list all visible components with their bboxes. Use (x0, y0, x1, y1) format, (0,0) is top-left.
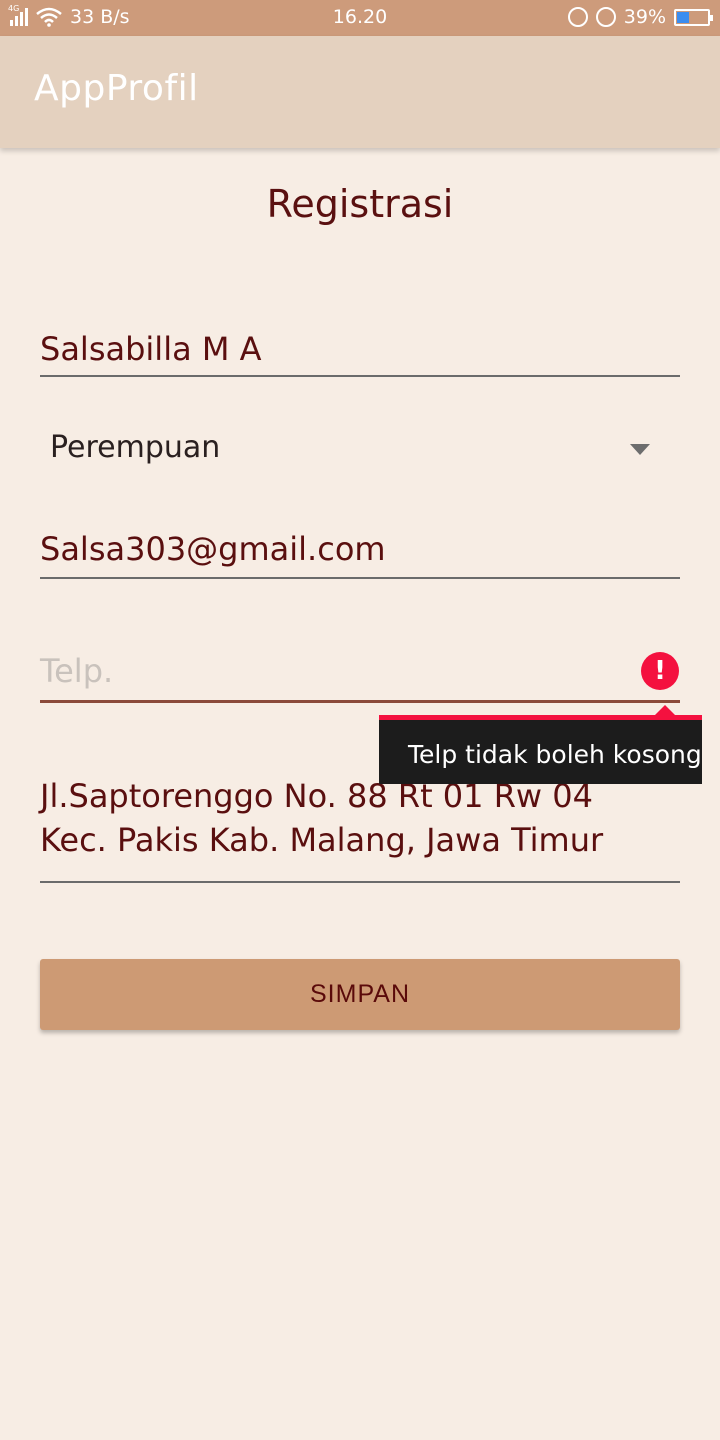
gender-selected: Perempuan (50, 430, 221, 465)
status-bar: 4G 33 B/s 16.20 39% (0, 0, 720, 36)
dropdown-caret-icon[interactable] (630, 444, 650, 455)
phone-placeholder: Telp. (40, 652, 114, 690)
phone-field[interactable]: Telp. (40, 640, 680, 703)
battery-icon (674, 8, 713, 26)
gender-spinner[interactable]: Perempuan (40, 420, 680, 480)
error-icon[interactable]: ! (641, 652, 679, 690)
tooltip-arrow (655, 705, 675, 715)
rotation-lock-icon (567, 7, 588, 27)
name-field[interactable]: Salsabilla M A (40, 320, 680, 377)
battery-fill (677, 11, 689, 23)
error-tooltip: Telp tidak boleh kosong (379, 705, 702, 784)
status-right: 39% (567, 6, 713, 28)
address-value: Jl.Saptorenggo No. 88 Rt 01 Rw 04 Kec. P… (40, 777, 604, 859)
alarm-icon (595, 7, 616, 27)
app-title: AppProfil (34, 68, 199, 109)
error-message: Telp tidak boleh kosong (408, 740, 702, 769)
email-field[interactable]: Salsa303@gmail.com (40, 520, 680, 579)
app-bar: AppProfil (0, 36, 720, 148)
email-value: Salsa303@gmail.com (40, 530, 386, 568)
name-value: Salsabilla M A (40, 330, 262, 368)
battery-percent: 39% (623, 6, 666, 28)
page-title: Registrasi (266, 182, 454, 226)
save-button[interactable]: SIMPAN (40, 959, 680, 1030)
